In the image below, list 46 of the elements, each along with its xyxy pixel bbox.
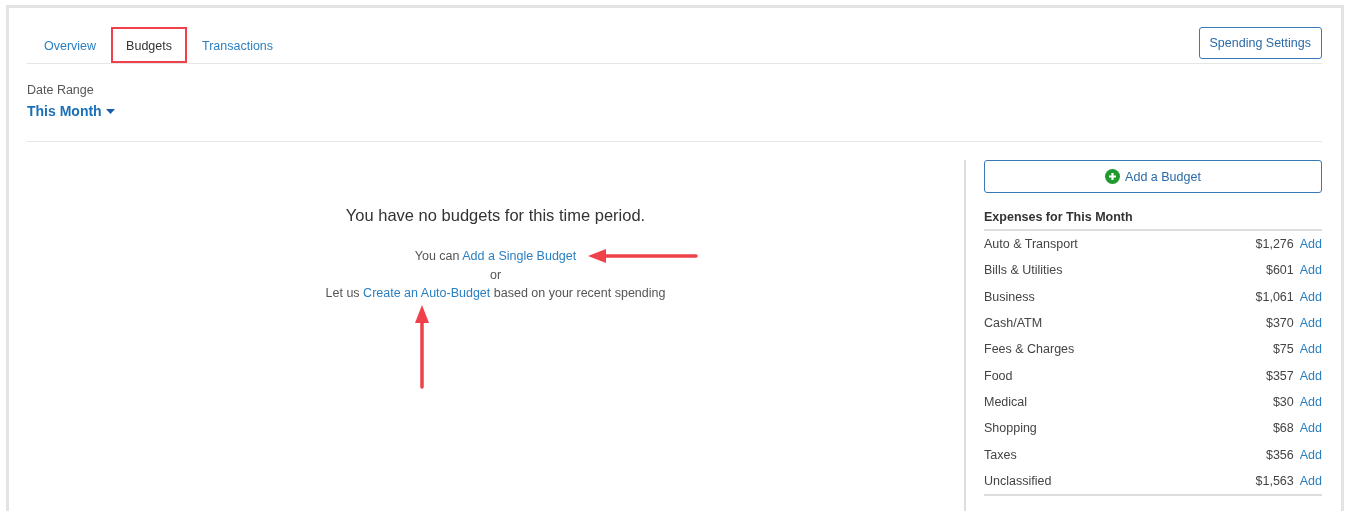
link[interactable]: Add a Single Budget: [462, 249, 577, 263]
category-label: Business: [984, 289, 1036, 304]
amount: $68: [1272, 421, 1294, 436]
add-budget-button[interactable]: Add a Budget: [984, 160, 1322, 193]
category-label: Cash/ATM: [984, 316, 1044, 331]
amount: $601: [1265, 263, 1294, 278]
add-link[interactable]: Add: [1299, 316, 1322, 331]
add-link[interactable]: Add: [1299, 368, 1322, 383]
plus-icon: [1105, 169, 1121, 184]
add-link[interactable]: Add: [1299, 394, 1322, 409]
category-label: Food: [984, 368, 1014, 383]
amount: $370: [1265, 316, 1294, 331]
amount: $75: [1272, 342, 1294, 357]
category-label: Unclassified: [984, 473, 1053, 488]
add-link[interactable]: Add: [1299, 342, 1322, 357]
prompt-text: You can Add a Single Budget: [414, 249, 577, 263]
spending-settings-button[interactable]: Spending Settings: [1198, 27, 1322, 59]
empty-state-title: You have no budgets for this time period.: [345, 206, 646, 225]
amount: $1,276: [1255, 237, 1294, 252]
add-link[interactable]: Add: [1299, 289, 1322, 304]
add-link[interactable]: Add: [1299, 473, 1322, 488]
amount: $357: [1265, 368, 1294, 383]
caret-icon: [105, 108, 115, 114]
add-link[interactable]: Add: [1299, 263, 1322, 278]
tab[interactable]: Budgets: [111, 27, 187, 63]
category-label: Shopping: [984, 421, 1038, 436]
add-link[interactable]: Add: [1299, 237, 1322, 252]
amount: $356: [1265, 447, 1294, 462]
amount: $1,563: [1255, 473, 1294, 488]
category-label: Medical: [984, 394, 1029, 409]
amount: $30: [1272, 394, 1294, 409]
prompt-text: Let us Create an Auto-Budget based on your recent spending: [325, 286, 666, 300]
add-link[interactable]: Add: [1299, 421, 1322, 436]
date-range-dropdown[interactable]: This Month: [27, 103, 115, 119]
prompt-text: or: [489, 267, 502, 282]
category-label: Taxes: [984, 447, 1018, 462]
tab[interactable]: Transactions: [186, 27, 289, 63]
add-link[interactable]: Add: [1299, 447, 1322, 462]
date-range-label: Date Range: [27, 83, 95, 97]
category-label: Fees & Charges: [984, 342, 1076, 357]
amount: $1,061: [1255, 289, 1294, 304]
expenses-heading: Expenses for This Month: [984, 210, 1322, 231]
tab[interactable]: Overview: [29, 27, 112, 63]
category-label: Bills & Utilities: [984, 263, 1064, 278]
category-label: Auto & Transport: [984, 237, 1079, 252]
link[interactable]: Create an Auto-Budget: [363, 286, 491, 300]
